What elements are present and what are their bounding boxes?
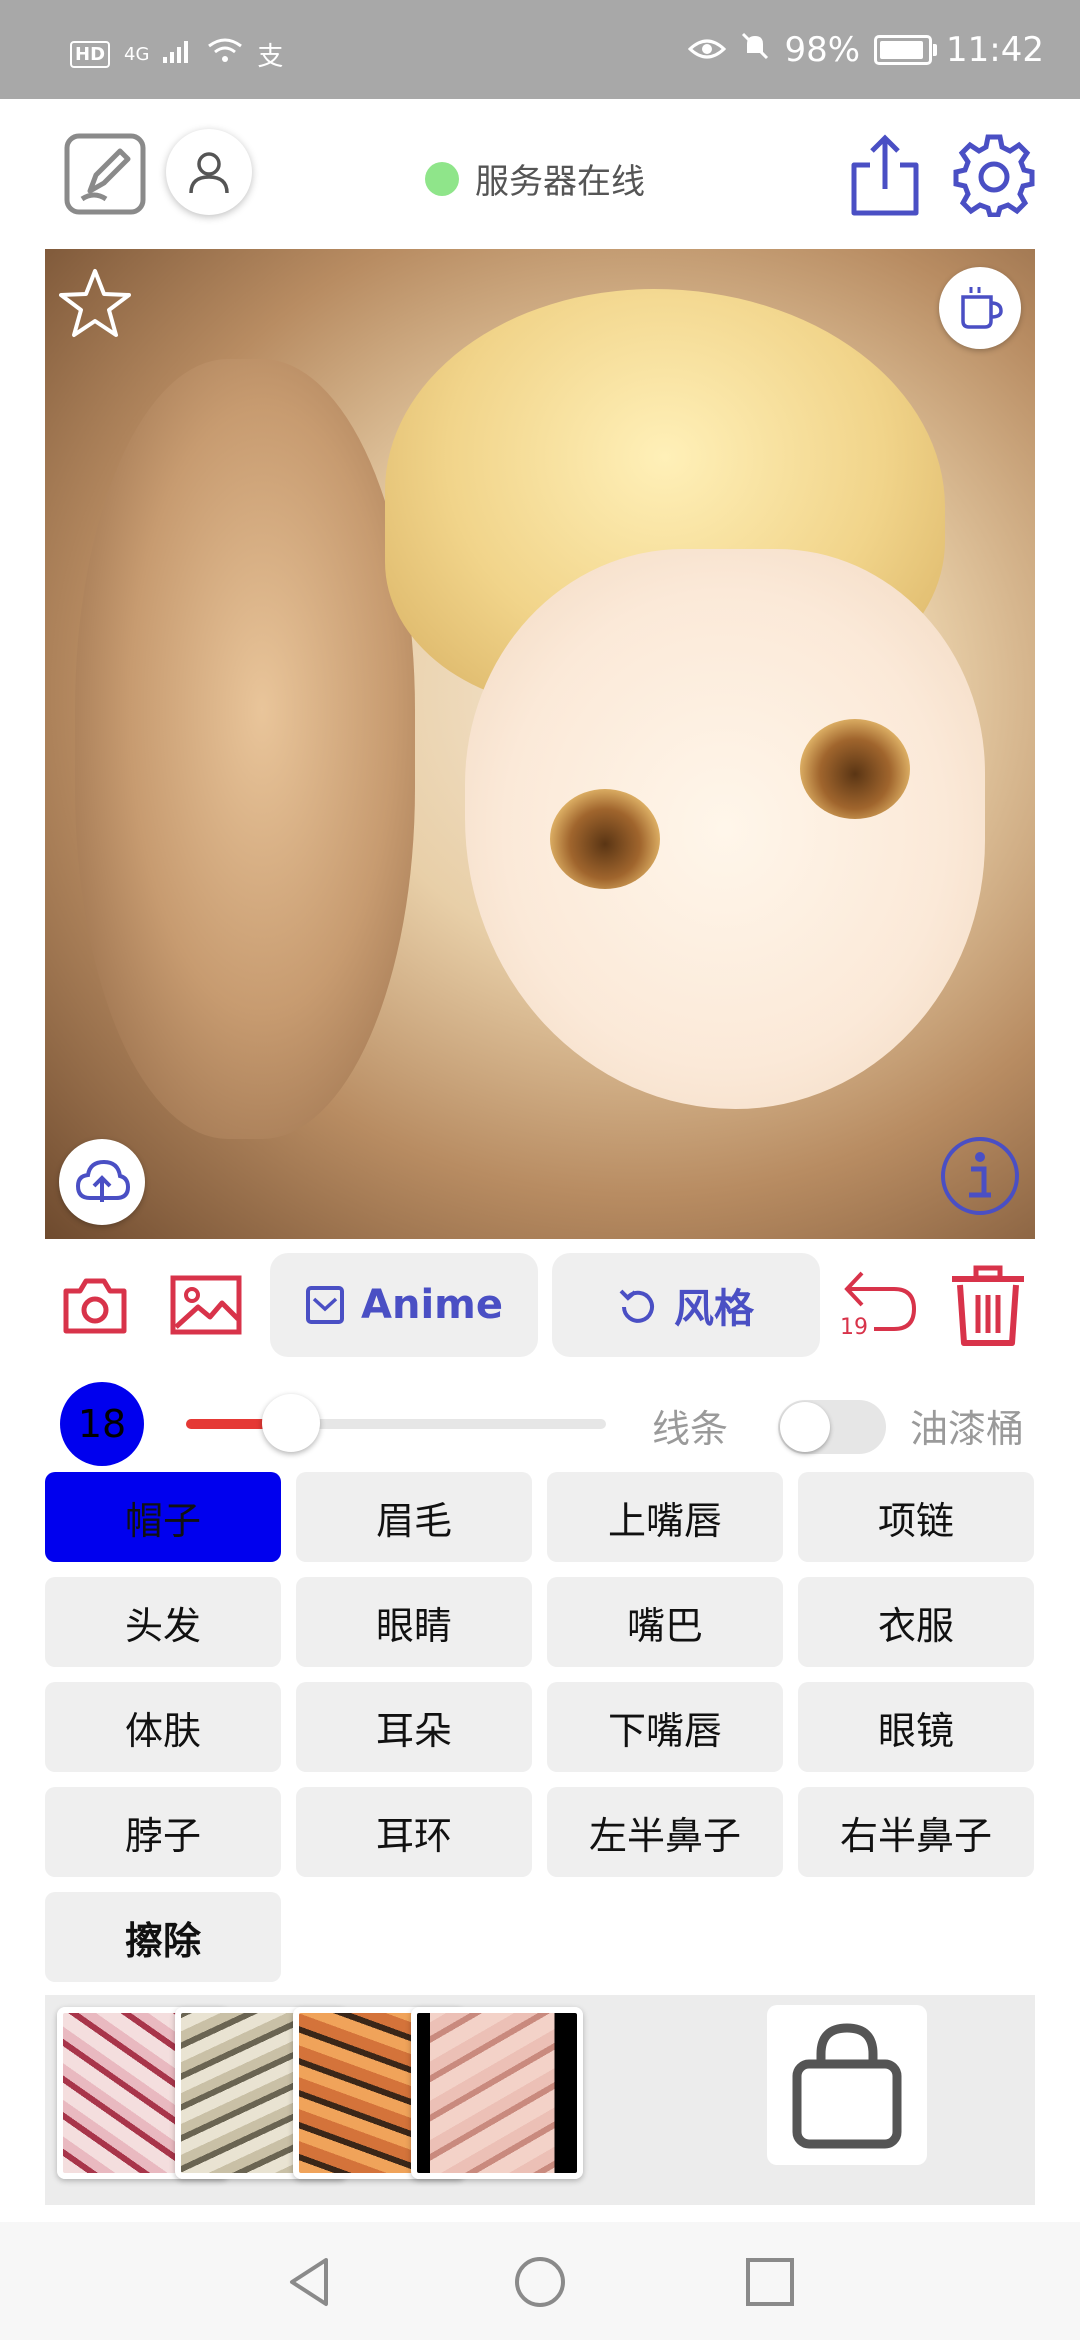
bucket-label: 油漆桶 — [910, 1407, 1025, 1451]
status-left: HD 4G 支 — [70, 36, 283, 73]
tool-row: Anime 风格 19 — [0, 1253, 1080, 1361]
info-icon — [941, 1137, 1019, 1215]
texture-4[interactable] — [411, 2007, 583, 2179]
share-icon — [851, 134, 919, 216]
gear-icon — [953, 134, 1035, 217]
gallery-button[interactable] — [170, 1275, 242, 1335]
signal-icon — [163, 39, 193, 70]
user-button[interactable] — [166, 129, 252, 215]
server-status-text: 服务器在线 — [475, 162, 645, 202]
info-button[interactable] — [939, 1135, 1021, 1217]
part-hat[interactable]: 帽子 — [45, 1472, 281, 1562]
part-neck[interactable]: 脖子 — [45, 1787, 281, 1877]
battery-percent: 98% — [784, 30, 861, 70]
anime-label: Anime — [361, 1282, 503, 1328]
line-label: 线条 — [652, 1407, 729, 1451]
drawing-canvas[interactable] — [45, 249, 1035, 1239]
part-erase[interactable]: 擦除 — [45, 1892, 281, 1982]
style-label: 风格 — [674, 1286, 754, 1332]
undo-count: 19 — [840, 1315, 868, 1340]
battery-icon — [874, 35, 938, 65]
delete-button[interactable] — [950, 1265, 1026, 1347]
clock: 11:42 — [946, 30, 1044, 70]
texture-strip — [45, 1995, 1035, 2205]
network-badge: 4G — [124, 44, 150, 65]
favorite-button[interactable] — [59, 267, 131, 339]
part-eyes[interactable]: 眼睛 — [296, 1577, 532, 1667]
edit-icon — [64, 133, 146, 215]
top-bar: 服务器在线 — [0, 99, 1080, 249]
recents-button[interactable] — [742, 2254, 798, 2310]
toggle-knob — [780, 1402, 830, 1452]
part-earrings[interactable]: 耳环 — [296, 1787, 532, 1877]
slider-thumb[interactable] — [262, 1394, 320, 1452]
part-eyebrows[interactable]: 眉毛 — [296, 1472, 532, 1562]
coffee-button[interactable] — [939, 267, 1021, 349]
refresh-icon — [619, 1289, 654, 1323]
camera-icon — [63, 1278, 127, 1334]
settings-button[interactable] — [952, 133, 1036, 217]
anime-button[interactable]: Anime — [270, 1253, 538, 1357]
wifi-icon — [207, 38, 243, 71]
mute-bell-icon — [740, 30, 770, 70]
home-circle-icon — [515, 2257, 565, 2307]
style-button[interactable]: 风格 — [552, 1253, 820, 1357]
brush-size-slider[interactable] — [186, 1419, 606, 1429]
part-lower-lip[interactable]: 下嘴唇 — [547, 1682, 783, 1772]
server-status: 服务器在线 — [425, 154, 645, 203]
face-illustration — [465, 549, 985, 1109]
part-skin[interactable]: 体肤 — [45, 1682, 281, 1772]
part-ears[interactable]: 耳朵 — [296, 1682, 532, 1772]
back-triangle-icon — [290, 2258, 328, 2306]
edit-button[interactable] — [64, 133, 146, 215]
user-icon — [189, 152, 229, 194]
part-clothes[interactable]: 衣服 — [798, 1577, 1034, 1667]
server-status-dot — [425, 161, 459, 196]
part-necklace[interactable]: 项链 — [798, 1472, 1034, 1562]
animal-ear-illustration — [75, 359, 415, 1139]
part-mouth[interactable]: 嘴巴 — [547, 1577, 783, 1667]
part-hair[interactable]: 头发 — [45, 1577, 281, 1667]
shopping-bag-icon — [792, 2023, 902, 2149]
part-glasses[interactable]: 眼镜 — [798, 1682, 1034, 1772]
left-eye-illustration — [550, 789, 660, 889]
status-right: 98% 11:42 — [688, 30, 1044, 70]
eye-icon — [688, 30, 727, 70]
upload-button[interactable] — [59, 1139, 145, 1225]
system-nav-bar — [0, 2222, 1080, 2340]
right-eye-illustration — [800, 719, 910, 819]
status-bar: HD 4G 支 98% 11:42 — [0, 0, 1080, 99]
paint-bucket-toggle[interactable] — [778, 1400, 886, 1454]
brush-row: 18 线条 油漆桶 — [0, 1378, 1080, 1468]
hd-badge: HD — [70, 41, 111, 68]
part-upper-lip[interactable]: 上嘴唇 — [547, 1472, 783, 1562]
image-icon — [170, 1275, 242, 1335]
pay-badge: 支 — [257, 42, 284, 72]
part-right-nose[interactable]: 右半鼻子 — [798, 1787, 1034, 1877]
part-left-nose[interactable]: 左半鼻子 — [547, 1787, 783, 1877]
share-button[interactable] — [848, 133, 922, 217]
star-icon — [59, 269, 131, 337]
camera-button[interactable] — [62, 1275, 128, 1335]
trash-icon — [952, 1265, 1024, 1346]
cup-icon — [961, 287, 1003, 329]
home-button[interactable] — [512, 2254, 568, 2310]
upload-cloud-icon — [75, 1159, 130, 1202]
brush-size-badge: 18 — [60, 1382, 144, 1466]
back-button[interactable] — [282, 2254, 338, 2310]
shop-button[interactable] — [767, 2005, 927, 2165]
recents-square-icon — [746, 2258, 794, 2306]
checkbox-icon — [306, 1286, 345, 1324]
